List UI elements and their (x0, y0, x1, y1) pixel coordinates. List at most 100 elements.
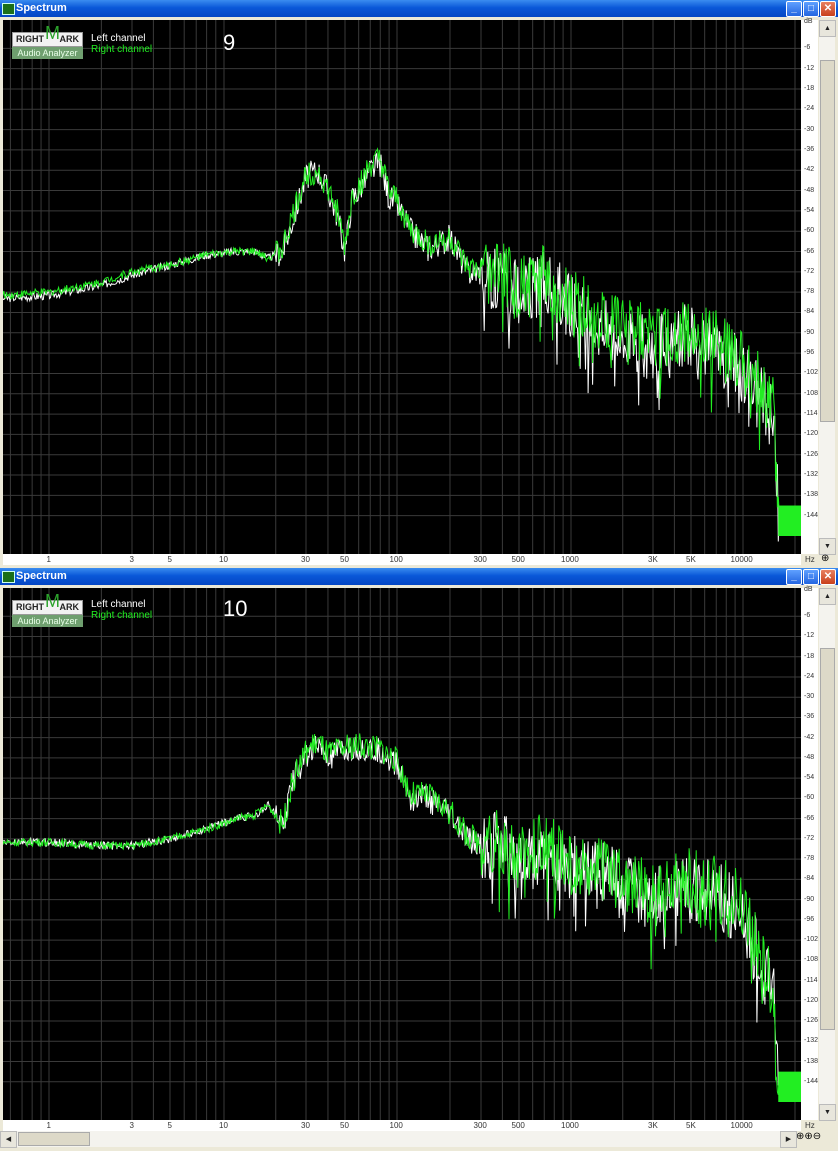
x-axis-scale: 1 3 5 10 30 50 100 300 500 1000 3K 5K 10000 Hz (3, 554, 815, 565)
title-bar[interactable]: Spectrum _ □ ✕ (0, 0, 838, 17)
series-line-right (3, 733, 801, 1099)
y-tick-label: -6 (804, 612, 811, 620)
spectrum-plot: RIGHT M ARK Audio Analyzer Left channel Ri… (3, 588, 801, 1120)
y-tick-label: -54 (804, 774, 815, 782)
y-tick-label: -84 (804, 875, 815, 883)
x-tick-label: 5K (686, 555, 696, 564)
y-tick-label: -144 (804, 511, 819, 519)
x-tick-label: 1 (46, 555, 51, 564)
x-tick-label: 10 (219, 555, 228, 564)
x-tick-label: 300 (473, 1121, 487, 1130)
rightmark-logo: RIGHT M ARK Audio Analyzer (12, 24, 83, 59)
y-tick-label: -102 (804, 369, 819, 377)
noise-floor-block (778, 1071, 801, 1102)
vertical-scrollbar[interactable]: ▲ ▼ (819, 588, 836, 1121)
vertical-scrollbar[interactable]: ▲ ▼ (819, 20, 836, 555)
scroll-down-arrow-icon[interactable]: ▼ (819, 1104, 836, 1121)
x-tick-label: 1 (46, 1121, 51, 1130)
y-tick-label: dB (804, 18, 813, 25)
x-tick-label: 50 (340, 555, 349, 564)
plot-number: 10 (223, 596, 248, 621)
y-tick-label: -48 (804, 753, 815, 761)
y-tick-label: dB (804, 586, 813, 593)
x-tick-label: 500 (511, 555, 525, 564)
y-tick-label: -90 (804, 328, 815, 336)
rightmark-logo: RIGHT M ARK Audio Analyzer (12, 592, 83, 627)
y-tick-label: -144 (804, 1077, 819, 1085)
y-tick-label: -72 (804, 834, 815, 842)
legend-right-channel: Right channel (91, 610, 153, 621)
x-tick-label: 1000 (561, 555, 579, 564)
y-tick-label: -138 (804, 1057, 819, 1065)
scroll-thumb[interactable] (820, 60, 835, 422)
y-tick-label: -108 (804, 956, 819, 964)
legend-left-channel: Left channel (91, 599, 146, 610)
x-tick-label: 1000 (561, 1121, 579, 1130)
horizontal-scrollbar[interactable]: ◀ ▶ (0, 1131, 797, 1148)
x-tick-label: 3 (129, 555, 134, 564)
y-tick-label: -66 (804, 247, 815, 255)
scroll-up-arrow-icon[interactable]: ▲ (819, 588, 836, 605)
y-tick-label: -54 (804, 206, 815, 214)
x-tick-label: Hz (805, 1121, 815, 1130)
legend: Left channel Right channel (91, 33, 152, 55)
y-tick-label: -120 (804, 996, 819, 1004)
close-button[interactable]: ✕ (820, 1, 836, 17)
zoom-icon[interactable]: ⊕ (821, 553, 829, 564)
maximize-button[interactable]: □ (803, 1, 819, 17)
x-tick-label: 3K (648, 555, 658, 564)
scroll-right-arrow-icon[interactable]: ▶ (780, 1131, 797, 1148)
spectrum-chart (3, 20, 801, 554)
y-tick-label: -138 (804, 491, 819, 499)
x-tick-label: 10 (219, 1121, 228, 1130)
minimize-button[interactable]: _ (786, 569, 802, 585)
maximize-button[interactable]: □ (803, 569, 819, 585)
scroll-thumb[interactable] (820, 648, 835, 1030)
scroll-left-arrow-icon[interactable]: ◀ (0, 1131, 17, 1148)
y-tick-label: -108 (804, 389, 819, 397)
y-tick-label: -78 (804, 288, 815, 296)
y-tick-label: -6 (804, 44, 811, 52)
x-tick-label: 500 (511, 1121, 525, 1130)
y-tick-label: -102 (804, 936, 819, 944)
y-tick-label: -114 (804, 410, 818, 418)
y-tick-label: -72 (804, 267, 815, 275)
close-button[interactable]: ✕ (820, 569, 836, 585)
x-tick-label: 100 (389, 1121, 403, 1130)
x-tick-label: 10000 (730, 1121, 753, 1130)
y-tick-label: -30 (804, 693, 815, 701)
x-tick-label: 10000 (730, 555, 753, 564)
y-tick-label: -30 (804, 125, 815, 133)
y-tick-label: -36 (804, 713, 815, 721)
x-tick-label: 300 (473, 555, 487, 564)
y-tick-label: -12 (804, 632, 815, 640)
y-tick-label: -60 (804, 794, 815, 802)
y-tick-label: -36 (804, 145, 815, 153)
scroll-up-arrow-icon[interactable]: ▲ (819, 20, 836, 37)
minimize-button[interactable]: _ (786, 1, 802, 17)
legend-left-channel: Left channel (91, 33, 146, 44)
y-tick-label: -90 (804, 895, 815, 903)
title-bar[interactable]: Spectrum _ □ ✕ (0, 568, 838, 585)
y-tick-label: -24 (804, 105, 815, 113)
legend-right-channel: Right channel (91, 44, 153, 55)
y-tick-label: -132 (804, 1037, 819, 1045)
y-tick-label: -132 (804, 471, 819, 479)
y-tick-label: -126 (804, 450, 819, 458)
noise-floor-block (778, 505, 801, 536)
spectrum-window-9: Spectrum _ □ ✕ RIGHT M ARK Audio Analyzer … (0, 0, 838, 566)
y-tick-label: -126 (804, 1017, 819, 1025)
y-tick-label: -114 (804, 976, 818, 984)
spectrum-chart (3, 588, 801, 1120)
zoom-controls[interactable]: ⊕⊕⊖ (796, 1131, 821, 1142)
x-tick-label: 5 (167, 1121, 172, 1130)
y-tick-label: -84 (804, 308, 815, 316)
y-tick-label: -42 (804, 733, 815, 741)
y-tick-label: -120 (804, 430, 819, 438)
y-axis-scale: dB -6 -12 -18 -24 -30 -36 -42 -48 -54 -60 -66 -72 -78… (801, 18, 819, 554)
spectrum-plot: RIGHT M ARK Audio Analyzer Left channel Ri… (3, 20, 801, 554)
plot-number: 9 (223, 30, 236, 55)
x-tick-label: 5K (686, 1121, 696, 1130)
scroll-thumb[interactable] (18, 1132, 90, 1146)
x-tick-label: 100 (389, 555, 403, 564)
